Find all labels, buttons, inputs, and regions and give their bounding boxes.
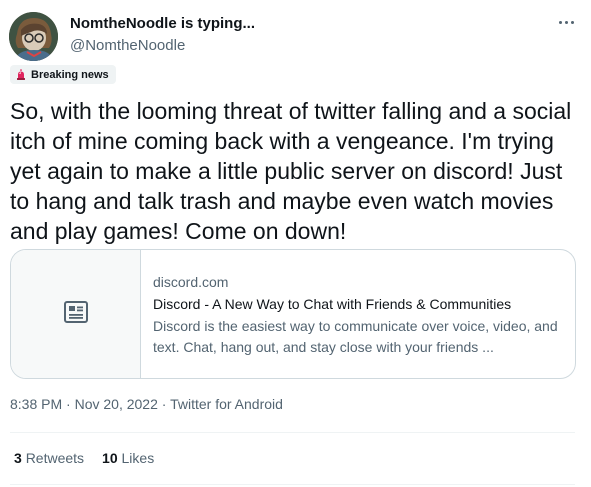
link-card-domain: discord.com	[153, 274, 229, 290]
author-handle[interactable]: @NomtheNoodle	[70, 37, 185, 54]
tweet-timestamp-date[interactable]: Nov 20, 2022	[75, 396, 158, 412]
link-card-description: Discord is the easiest way to communicat…	[153, 318, 558, 355]
likes-stat[interactable]: 10 Likes	[102, 450, 154, 466]
meta-separator: ·	[157, 396, 171, 412]
tweet-source[interactable]: Twitter for Android	[170, 396, 283, 412]
breaking-news-badge[interactable]: Breaking news	[10, 65, 116, 84]
divider	[10, 432, 575, 433]
meta-separator: ·	[62, 396, 75, 412]
likes-count: 10	[102, 450, 118, 466]
divider	[10, 484, 575, 485]
article-icon	[63, 300, 88, 328]
tweet-text: So, with the looming threat of twitter f…	[10, 98, 572, 244]
link-card-title: Discord - A New Way to Chat with Friends…	[153, 296, 512, 312]
tweet-timestamp-time[interactable]: 8:38 PM	[10, 396, 62, 412]
retweets-label: Retweets	[25, 450, 85, 466]
retweets-count: 3	[14, 450, 22, 466]
author-display-name[interactable]: NomtheNoodle is typing...	[70, 15, 255, 32]
tweet-meta: 8:38 PM · Nov 20, 2022 · Twitter for And…	[10, 396, 283, 412]
badge-label: Breaking news	[31, 68, 109, 81]
link-card-body: discord.com Discord - A New Way to Chat …	[153, 272, 565, 358]
retweets-stat[interactable]: 3 Retweets	[14, 450, 84, 466]
more-options-button[interactable]	[553, 12, 579, 32]
likes-label: Likes	[121, 450, 155, 466]
more-icon	[558, 20, 562, 24]
author-avatar[interactable]	[9, 12, 58, 61]
siren-icon	[15, 68, 27, 81]
link-card-thumbnail	[11, 250, 141, 378]
link-preview-card[interactable]: discord.com Discord - A New Way to Chat …	[10, 249, 576, 379]
tweet-stats: 3 Retweets 10 Likes	[14, 450, 154, 466]
